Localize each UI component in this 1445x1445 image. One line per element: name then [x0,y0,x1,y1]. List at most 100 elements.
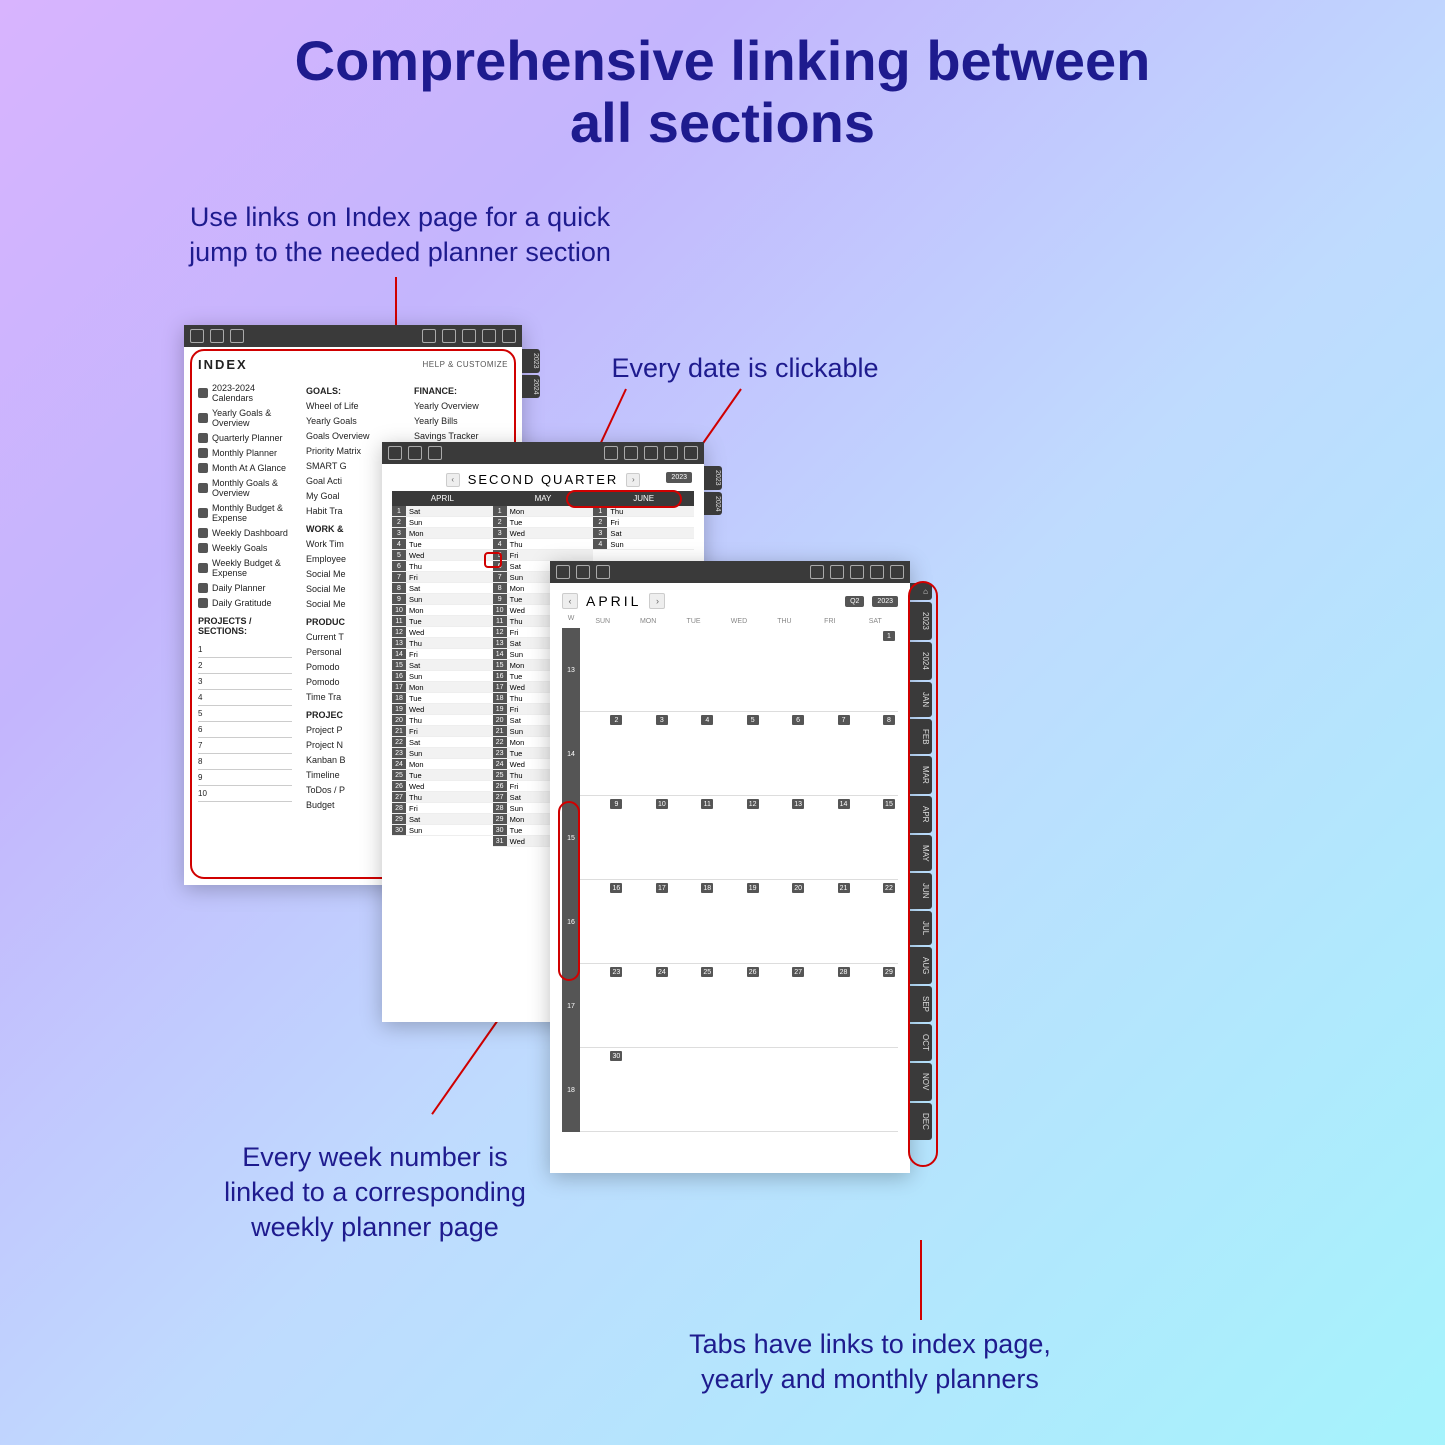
calendar-cell[interactable]: 1 [853,628,898,712]
index-link[interactable]: Weekly Budget & Expense [198,555,292,580]
quarter-date-row[interactable]: 1Mon [493,506,594,517]
calendar-cell[interactable]: 12 [716,796,761,880]
project-line[interactable]: 10 [198,786,292,802]
side-tab[interactable]: JAN [910,682,932,717]
quarter-date-row[interactable]: 2Fri [593,517,694,528]
quarter-date-row[interactable]: 14Fri [392,649,493,660]
check-icon[interactable] [230,329,244,343]
project-line[interactable]: 6 [198,722,292,738]
project-line[interactable]: 3 [198,674,292,690]
quarter-date-row[interactable]: 1Sat [392,506,493,517]
index-link[interactable]: Yearly Goals & Overview [198,405,292,430]
index-link[interactable]: Daily Gratitude [198,595,292,610]
index-link[interactable]: Monthly Goals & Overview [198,475,292,500]
index-link[interactable]: Savings Tracker [414,428,508,443]
side-tab[interactable]: 2024 [522,375,540,399]
w-icon[interactable] [482,329,496,343]
calendar-cell[interactable]: 15 [853,796,898,880]
week-number[interactable]: 18 [562,1048,580,1132]
calendar-cell[interactable] [807,628,852,712]
calendar-icon[interactable] [210,329,224,343]
project-line[interactable]: 4 [198,690,292,706]
calendar-cell[interactable] [625,1048,670,1132]
side-tab[interactable]: FEB [910,719,932,755]
quarter-date-row[interactable]: 26Wed [392,781,493,792]
project-line[interactable]: 2 [198,658,292,674]
home-icon[interactable] [556,565,570,579]
calendar-cell[interactable]: 27 [762,964,807,1048]
calendar-cell[interactable]: 11 [671,796,716,880]
m-icon[interactable] [462,329,476,343]
d-icon[interactable] [502,329,516,343]
calendar-cell[interactable] [807,1048,852,1132]
quarter-date-row[interactable]: 11Tue [392,616,493,627]
home-icon[interactable] [388,446,402,460]
quarter-date-row[interactable]: 4Tue [392,539,493,550]
year-badge[interactable]: 2023 [872,596,898,607]
check-icon[interactable] [428,446,442,460]
index-link[interactable]: 2023-2024 Calendars [198,380,292,405]
quarter-date-row[interactable]: 4Sun [593,539,694,550]
quarter-date-row[interactable]: 30Sun [392,825,493,836]
calendar-cell[interactable]: 30 [580,1048,625,1132]
quarter-date-row[interactable]: 2Sun [392,517,493,528]
side-tab[interactable]: 2024 [704,492,722,516]
index-link[interactable]: Yearly Bills [414,413,508,428]
check-icon[interactable] [596,565,610,579]
quarter-date-row[interactable]: 27Thu [392,792,493,803]
side-tab[interactable]: 2023 [704,466,722,490]
quarter-date-row[interactable]: 16Sun [392,671,493,682]
quarter-badge[interactable]: Q2 [845,596,864,607]
year-badge[interactable]: 2023 [666,472,692,483]
d-icon[interactable] [684,446,698,460]
week-number[interactable]: 17 [562,964,580,1048]
home-icon[interactable] [190,329,204,343]
quarter-date-row[interactable]: 24Mon [392,759,493,770]
prev-button[interactable]: ‹ [562,593,578,609]
next-button[interactable]: › [649,593,665,609]
index-link[interactable]: Weekly Goals [198,540,292,555]
week-number[interactable]: 16 [562,880,580,964]
side-tab[interactable]: AUG [910,947,932,984]
calendar-cell[interactable]: 7 [807,712,852,796]
index-link[interactable]: Monthly Budget & Expense [198,500,292,525]
side-tab[interactable]: 2024 [910,642,932,680]
calendar-cell[interactable] [853,1048,898,1132]
help-link[interactable]: HELP & CUSTOMIZE [423,360,509,369]
calendar-cell[interactable] [671,628,716,712]
calendar-cell[interactable]: 14 [807,796,852,880]
index-link[interactable]: Daily Planner [198,580,292,595]
q-icon[interactable] [830,565,844,579]
week-number[interactable]: 14 [562,712,580,796]
project-line[interactable]: 1 [198,642,292,658]
index-link[interactable]: Goals Overview [306,428,400,443]
week-number[interactable]: 13 [562,628,580,712]
month-tab-april[interactable]: APRIL [392,491,493,506]
calendar-cell[interactable]: 22 [853,880,898,964]
calendar-cell[interactable]: 5 [716,712,761,796]
y-icon[interactable] [604,446,618,460]
project-line[interactable]: 8 [198,754,292,770]
quarter-date-row[interactable]: 6Thu [392,561,493,572]
quarter-date-row[interactable]: 25Tue [392,770,493,781]
side-tab[interactable]: OCT [910,1024,932,1061]
side-tab[interactable]: 2023 [910,602,932,640]
calendar-cell[interactable]: 23 [580,964,625,1048]
quarter-date-row[interactable]: 21Fri [392,726,493,737]
calendar-cell[interactable]: 26 [716,964,761,1048]
quarter-date-row[interactable]: 17Mon [392,682,493,693]
quarter-date-row[interactable]: 9Sun [392,594,493,605]
quarter-date-row[interactable]: 20Thu [392,715,493,726]
calendar-cell[interactable] [762,1048,807,1132]
quarter-date-row[interactable]: 5Fri [493,550,594,561]
y-icon[interactable] [422,329,436,343]
quarter-date-row[interactable]: 22Sat [392,737,493,748]
quarter-date-row[interactable]: 12Wed [392,627,493,638]
side-tab[interactable]: JUL [910,911,932,945]
quarter-date-row[interactable]: 19Wed [392,704,493,715]
q-icon[interactable] [442,329,456,343]
m-icon[interactable] [850,565,864,579]
calendar-cell[interactable] [716,628,761,712]
side-tab[interactable]: JUN [910,873,932,909]
quarter-date-row[interactable]: 5Wed [392,550,493,561]
